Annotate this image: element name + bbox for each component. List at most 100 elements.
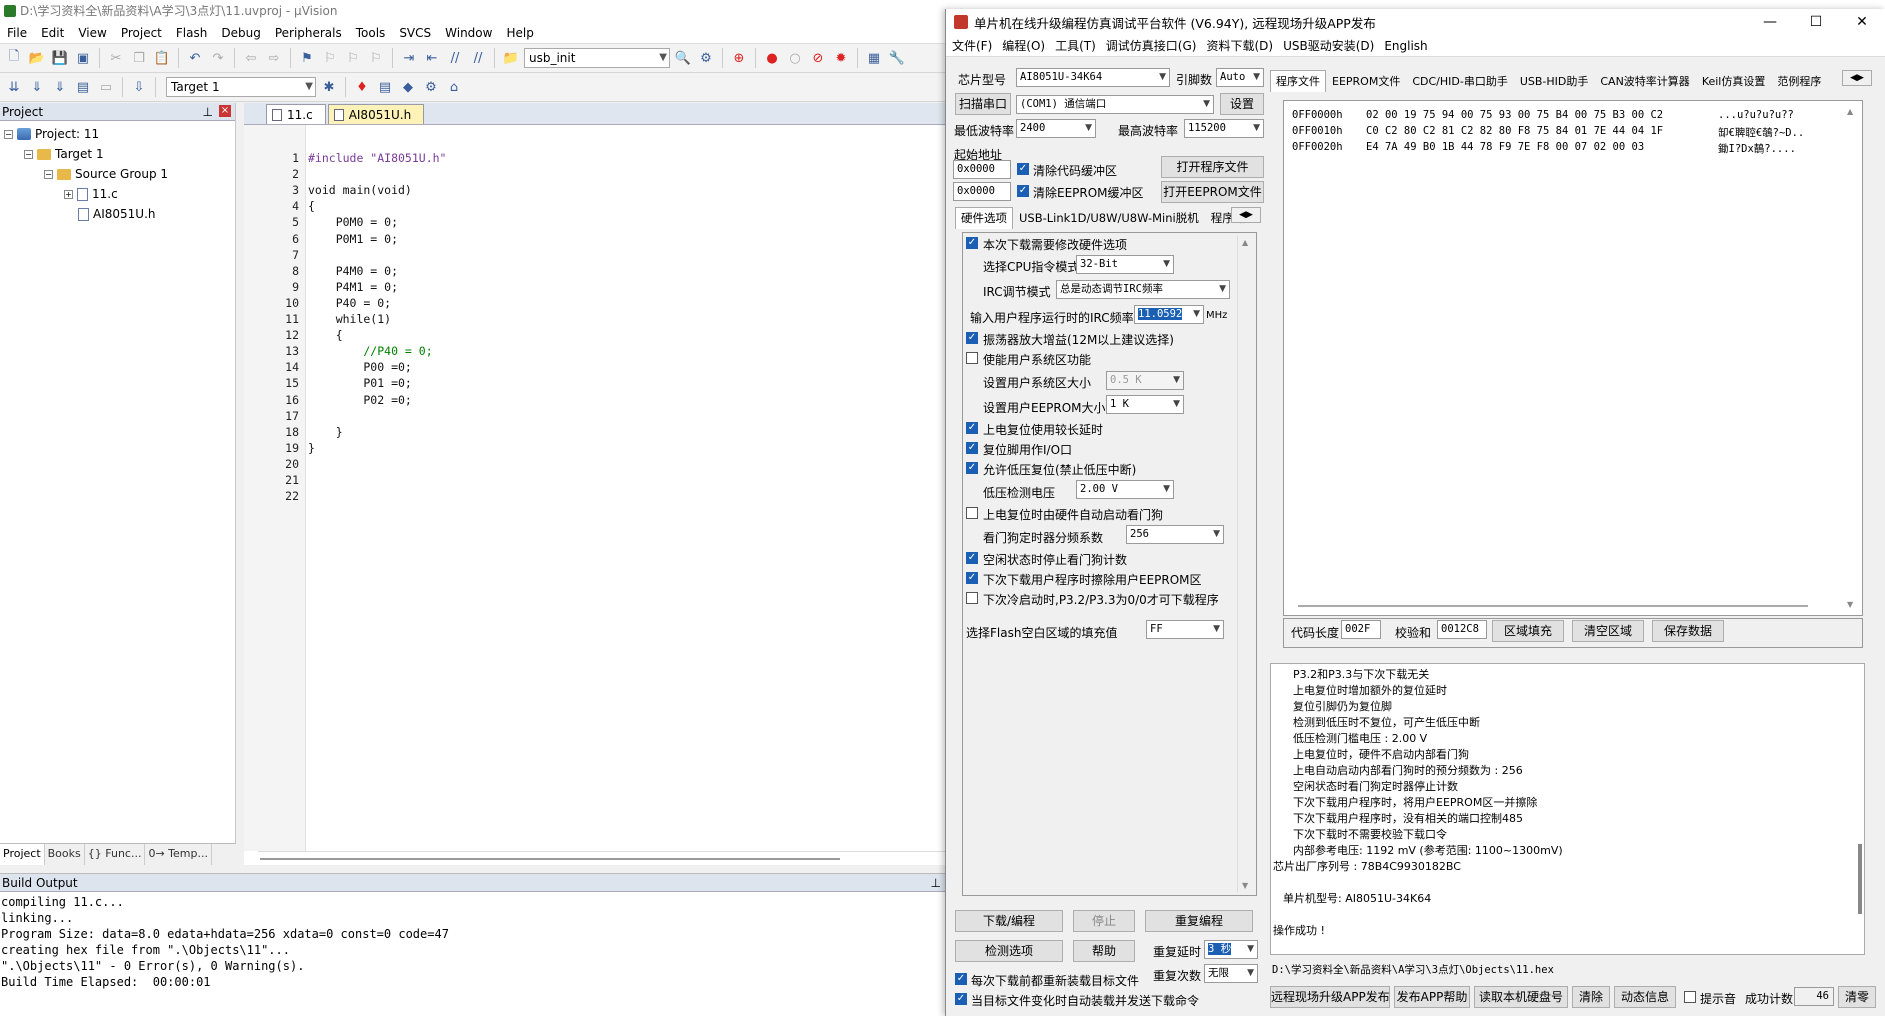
- tab-books[interactable]: Books: [45, 844, 85, 865]
- paste-icon[interactable]: 📋: [152, 48, 172, 68]
- target-options-icon[interactable]: ✱: [319, 77, 339, 97]
- tab-can-baud[interactable]: CAN波特率计算器: [1594, 70, 1695, 92]
- tab-hardware-options[interactable]: 硬件选项: [955, 207, 1013, 229]
- incremental-find-icon[interactable]: ⚙: [696, 48, 716, 68]
- menu-edit[interactable]: Edit: [34, 26, 71, 40]
- low-voltage-reset-checkbox[interactable]: ✓: [966, 462, 978, 474]
- uncomment-icon[interactable]: //: [468, 48, 488, 68]
- tab-templates[interactable]: 0→ Temp...: [145, 844, 212, 865]
- com-port-select[interactable]: (COM1) 通信端口 ▼: [1016, 95, 1214, 114]
- options-scrollbar[interactable]: ▲ ▼: [1237, 236, 1253, 892]
- long-reset-delay-checkbox[interactable]: ✓: [966, 422, 978, 434]
- disable-breakpoint-icon[interactable]: ○: [785, 48, 805, 68]
- close-icon[interactable]: ✕: [1839, 9, 1885, 35]
- reload-before-download-checkbox[interactable]: ✓: [955, 973, 967, 985]
- scroll-down-icon[interactable]: ▼: [1847, 600, 1853, 609]
- cold-start-p32-p33-checkbox[interactable]: [966, 592, 978, 604]
- remote-app-publish-button[interactable]: 远程现场升级APP发布: [1270, 986, 1390, 1008]
- editor-tab-header[interactable]: AI8051U.h: [327, 104, 425, 124]
- menu-help[interactable]: Help: [499, 26, 540, 40]
- hex-hscrollbar[interactable]: [1298, 605, 1808, 607]
- flash-fill-select[interactable]: FF ▼: [1146, 620, 1224, 639]
- nav-forward-icon[interactable]: ⇨: [264, 48, 284, 68]
- tab-project[interactable]: Project: [0, 844, 45, 865]
- undo-icon[interactable]: ↶: [185, 48, 205, 68]
- menu-program-cn[interactable]: 编程(O): [996, 37, 1049, 54]
- repeat-delay-select[interactable]: 3 秒 ▼: [1204, 940, 1258, 959]
- horizontal-scrollbar[interactable]: [258, 851, 945, 865]
- menu-peripherals[interactable]: Peripherals: [268, 26, 349, 40]
- reset-count-button[interactable]: 清零: [1838, 986, 1876, 1008]
- redo-icon[interactable]: ↷: [208, 48, 228, 68]
- scan-port-button[interactable]: 扫描串口: [955, 93, 1011, 115]
- tree-item-file-header[interactable]: AI8051U.h: [78, 204, 156, 224]
- pack-installer-icon[interactable]: ⚙: [421, 77, 441, 97]
- cut-icon[interactable]: ✂: [106, 48, 126, 68]
- new-file-icon[interactable]: 🗋: [4, 48, 24, 68]
- download-icon[interactable]: ⇩: [129, 77, 149, 97]
- pin-icon[interactable]: ⊥: [931, 874, 941, 892]
- app-publish-help-button[interactable]: 发布APP帮助: [1394, 986, 1470, 1008]
- cpu-mode-select[interactable]: 32-Bit ▼: [1076, 255, 1174, 274]
- open-file-icon[interactable]: 📂: [27, 48, 47, 68]
- next-bookmark-icon[interactable]: ⚐: [343, 48, 363, 68]
- idle-stop-watchdog-checkbox[interactable]: ✓: [966, 552, 978, 564]
- minimize-icon[interactable]: —: [1747, 9, 1793, 35]
- bookmark-icon[interactable]: ⚑: [297, 48, 317, 68]
- pin-count-select[interactable]: Auto ▼: [1216, 68, 1264, 87]
- tab-serial-assistant[interactable]: CDC/HID-串口助手: [1406, 70, 1514, 92]
- hex-bytes[interactable]: 02 00 19 75 94 00 75 93 00 75 B4 00 75 B…: [1366, 109, 1663, 121]
- manage-project-items-icon[interactable]: ♦: [352, 77, 372, 97]
- nav-back-icon[interactable]: ⇦: [241, 48, 261, 68]
- read-disk-id-button[interactable]: 读取本机硬盘号: [1474, 986, 1568, 1008]
- editor-tab-11c[interactable]: 11.c: [266, 104, 326, 124]
- tree-item-target[interactable]: − Target 1: [24, 144, 104, 164]
- tab-program-file[interactable]: 程序文件: [1270, 70, 1326, 92]
- menu-flash[interactable]: Flash: [169, 26, 214, 40]
- debug-start-icon[interactable]: ⊕: [729, 48, 749, 68]
- tree-item-file-11c[interactable]: + 11.c: [64, 184, 118, 204]
- menu-usb-driver-cn[interactable]: USB驱动安装(D): [1277, 37, 1378, 54]
- menu-window[interactable]: Window: [438, 26, 499, 40]
- open-eeprom-file-button[interactable]: 打开EEPROM文件: [1161, 181, 1264, 203]
- eeprom-start-address[interactable]: 0x0000: [953, 182, 1011, 201]
- collapse-icon[interactable]: −: [24, 149, 33, 159]
- tab-examples[interactable]: 范例程序: [1771, 70, 1827, 92]
- hex-view[interactable]: ▲ ▼ 0FF0000h 02 00 19 75 94 00 75 93 00 7…: [1283, 100, 1863, 616]
- reset-pin-io-checkbox[interactable]: ✓: [966, 442, 978, 454]
- collapse-icon[interactable]: −: [4, 129, 13, 139]
- tree-item-project[interactable]: − Project: 11: [4, 124, 99, 144]
- scroll-up-icon[interactable]: ▲: [1242, 238, 1248, 247]
- hex-bytes[interactable]: C0 C2 80 C2 81 C2 82 80 F8 75 84 01 7E 4…: [1366, 125, 1663, 137]
- hex-bytes[interactable]: E4 7A 49 B0 1B 44 78 F9 7E F8 00 07 02 0…: [1366, 141, 1644, 153]
- scrollbar-thumb[interactable]: [260, 858, 840, 860]
- menu-file[interactable]: File: [0, 26, 34, 40]
- clear-log-button[interactable]: 清除: [1572, 986, 1610, 1008]
- eeprom-size-select[interactable]: 1 K ▼: [1106, 395, 1184, 414]
- maximize-icon[interactable]: ☐: [1793, 9, 1839, 35]
- tree-item-source-group[interactable]: − Source Group 1: [44, 164, 168, 184]
- unindent-icon[interactable]: ⇤: [422, 48, 442, 68]
- check-options-button[interactable]: 检测选项: [955, 940, 1063, 962]
- select-packs-icon[interactable]: ▤: [375, 77, 395, 97]
- tab-keil-settings[interactable]: Keil仿真设置: [1696, 70, 1772, 92]
- dynamic-info-button[interactable]: 动态信息: [1614, 986, 1676, 1008]
- find-in-files-icon[interactable]: 📁: [501, 48, 521, 68]
- menu-debug-cn[interactable]: 调试仿真接口(G): [1100, 37, 1201, 54]
- user-system-area-checkbox[interactable]: [966, 352, 978, 364]
- rebuild-icon[interactable]: ⇓: [50, 77, 70, 97]
- find-icon[interactable]: 🔍: [673, 48, 693, 68]
- port-settings-button[interactable]: 设置: [1220, 93, 1264, 115]
- menu-english[interactable]: English: [1378, 39, 1431, 53]
- menu-debug[interactable]: Debug: [214, 26, 267, 40]
- repeat-count-select[interactable]: 无限 ▼: [1204, 964, 1258, 983]
- tab-eeprom-file[interactable]: EEPROM文件: [1326, 70, 1406, 92]
- menu-download-cn[interactable]: 资料下载(D): [1200, 37, 1277, 54]
- close-icon[interactable]: ×: [219, 105, 231, 117]
- help-button[interactable]: 帮助: [1073, 940, 1135, 962]
- save-all-icon[interactable]: ▣: [73, 48, 93, 68]
- modify-hardware-checkbox[interactable]: ✓: [966, 237, 978, 249]
- erase-eeprom-checkbox[interactable]: ✓: [966, 572, 978, 584]
- chip-model-select[interactable]: AI8051U-34K64 ▼: [1016, 68, 1170, 87]
- manage-rte-icon[interactable]: ◆: [398, 77, 418, 97]
